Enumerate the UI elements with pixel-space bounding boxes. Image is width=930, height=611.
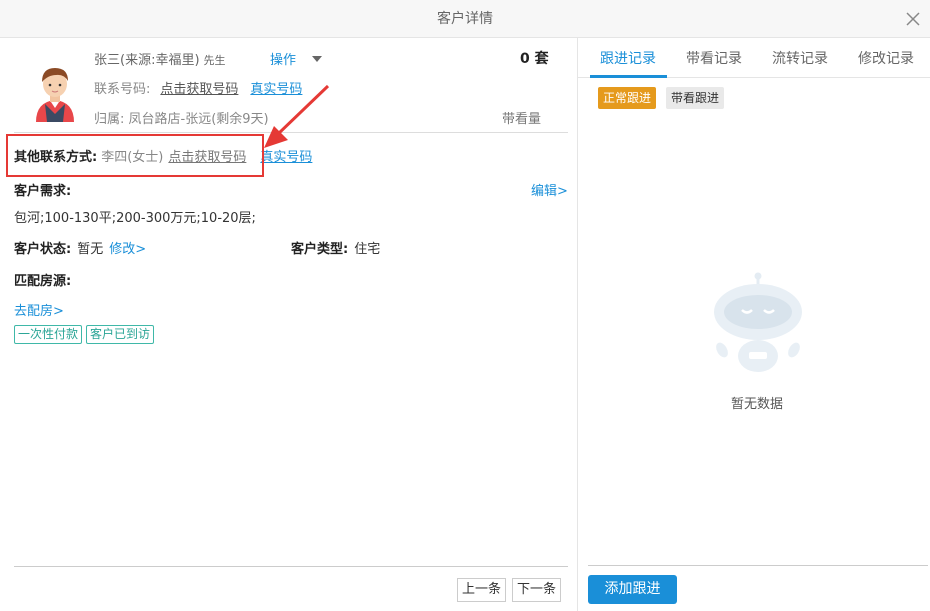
active-tab-indicator (590, 75, 667, 78)
edit-requirement-link[interactable]: 编辑> (531, 180, 568, 199)
requirement-value: 包河;100-130平;200-300万元;10-20层; (14, 211, 256, 226)
tag-visited: 客户已到访 (86, 325, 155, 344)
empty-text: 暂无数据 (730, 397, 783, 412)
close-icon[interactable] (902, 8, 924, 30)
get-number-link[interactable]: 点击获取号码 (160, 82, 238, 97)
next-button[interactable]: 下一条 (512, 578, 562, 602)
match-label: 匹配房源: (14, 274, 72, 289)
dialog-titlebar: 客户详情 (0, 0, 930, 38)
tab-viewing[interactable]: 带看记录 (686, 48, 742, 68)
customer-name-source: 张三(来源:幸福里) (94, 53, 200, 68)
dialog-title: 客户详情 (437, 11, 493, 27)
phone-label: 联系号码: (94, 82, 151, 97)
highlight-box (6, 134, 264, 177)
view-count-label: 带看量 (502, 112, 542, 127)
status-row: 客户状态: 暂无 修改> (14, 238, 146, 257)
owner-info: 归属: 凤台路店-张远(剩余9天) (94, 112, 269, 127)
tab-follow-up[interactable]: 跟进记录 (600, 48, 656, 68)
footer-divider-right (588, 565, 928, 566)
tab-modify[interactable]: 修改记录 (858, 48, 914, 68)
record-tabs: 跟进记录 带看记录 流转记录 修改记录 (578, 38, 930, 78)
type-label: 客户类型: (291, 242, 349, 257)
tag-list: 一次性付款 客户已到访 (14, 325, 158, 344)
add-follow-up-button[interactable]: 添加跟进 (588, 575, 677, 604)
type-value: 住宅 (354, 242, 381, 257)
tag-payment: 一次性付款 (14, 325, 83, 344)
empty-robot-icon (714, 272, 802, 372)
operation-label: 操作 (270, 53, 297, 68)
modify-status-link[interactable]: 修改> (109, 242, 146, 257)
records-panel: 跟进记录 带看记录 流转记录 修改记录 正常跟进 带看跟进 暂无数据 添加跟进 (578, 38, 930, 611)
chevron-down-icon (312, 55, 323, 62)
status-value: 暂无 (77, 242, 104, 257)
requirement-label: 客户需求: (14, 184, 72, 199)
operation-dropdown[interactable]: 操作 (270, 49, 323, 68)
avatar (36, 68, 74, 122)
customer-name: 张三(来源:幸福里) 先生 (94, 49, 226, 68)
goto-match-link[interactable]: 去配房> (14, 300, 64, 319)
property-count: 0 套 (520, 51, 549, 67)
annotation-arrow-icon (264, 84, 330, 148)
tab-transfer[interactable]: 流转记录 (772, 48, 828, 68)
other-real-number-link[interactable]: 真实号码 (260, 150, 312, 165)
type-row: 客户类型: 住宅 (291, 238, 380, 257)
customer-gender: 先生 (203, 54, 226, 67)
footer-divider (14, 566, 568, 567)
customer-info-panel: 张三(来源:幸福里) 先生 操作 0 套 联系号码: 点击获取号码真实号码 归属: … (0, 38, 577, 611)
view-follow-filter[interactable]: 带看跟进 (666, 87, 725, 109)
normal-follow-filter[interactable]: 正常跟进 (598, 87, 657, 109)
status-label: 客户状态: (14, 242, 72, 257)
prev-button[interactable]: 上一条 (457, 578, 507, 602)
